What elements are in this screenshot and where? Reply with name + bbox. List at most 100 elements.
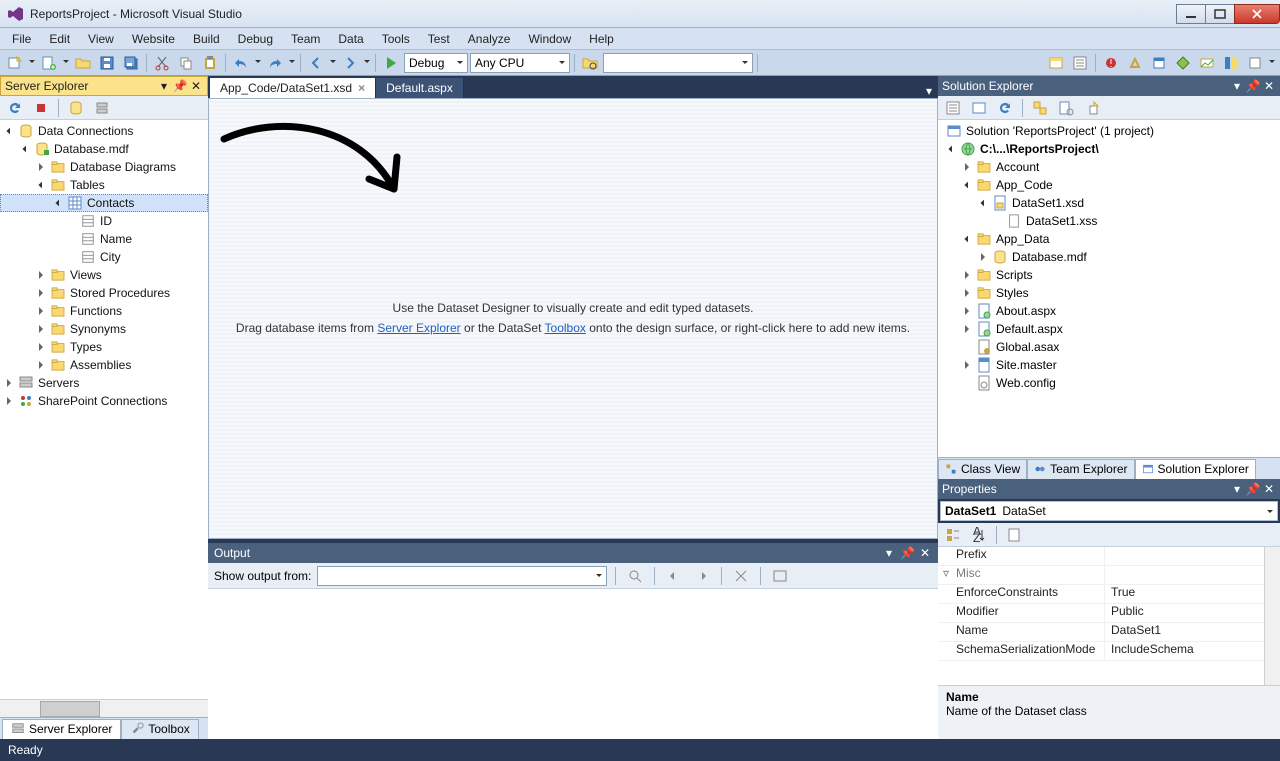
tb-icon-5[interactable] (1148, 52, 1170, 74)
output-wrap-button[interactable] (769, 565, 791, 587)
sol-solution[interactable]: Solution 'ReportsProject' (1 project) (938, 122, 1280, 140)
sol-project[interactable]: C:\...\ReportsProject\ (938, 140, 1280, 158)
prop-enforce[interactable]: EnforceConstraintsTrue (938, 585, 1264, 604)
new-project-drop[interactable] (28, 52, 36, 74)
sol-dataset-xsd[interactable]: DataSet1.xsd (938, 194, 1280, 212)
props-categorized-button[interactable] (942, 524, 964, 546)
undo-drop[interactable] (254, 52, 262, 74)
save-button[interactable] (96, 52, 118, 74)
minimize-button[interactable] (1176, 4, 1206, 24)
server-explorer-tree[interactable]: Data Connections Database.mdf Database D… (0, 120, 208, 699)
pin-icon[interactable]: 📌 (173, 79, 187, 93)
sol-showall-button[interactable] (968, 97, 990, 119)
open-file-button[interactable] (72, 52, 94, 74)
sol-webconfig[interactable]: Web.config (938, 374, 1280, 392)
tb-icon-7[interactable] (1196, 52, 1218, 74)
output-source-combo[interactable] (317, 566, 607, 586)
toolbar-overflow[interactable] (1268, 52, 1276, 74)
undo-button[interactable] (230, 52, 252, 74)
prop-prefix[interactable]: Prefix (938, 547, 1264, 566)
props-close-icon[interactable]: ✕ (1262, 482, 1276, 496)
tree-synonyms[interactable]: Synonyms (0, 320, 208, 338)
sol-appdata[interactable]: App_Data (938, 230, 1280, 248)
prop-modifier[interactable]: ModifierPublic (938, 604, 1264, 623)
sol-default-aspx[interactable]: Default.aspx (938, 320, 1280, 338)
menu-view[interactable]: View (80, 30, 122, 48)
tb-icon-3[interactable] (1100, 52, 1122, 74)
props-pin-icon[interactable]: 📌 (1246, 482, 1260, 496)
sol-site-master[interactable]: Site.master (938, 356, 1280, 374)
save-all-button[interactable] (120, 52, 142, 74)
tb-icon-2[interactable] (1069, 52, 1091, 74)
sol-nest-button[interactable] (1029, 97, 1051, 119)
nav-fwd-button[interactable] (339, 52, 361, 74)
menu-team[interactable]: Team (283, 30, 328, 48)
close-panel-icon[interactable]: ✕ (189, 79, 203, 93)
menu-window[interactable]: Window (520, 30, 579, 48)
menu-build[interactable]: Build (185, 30, 228, 48)
sol-database-mdf[interactable]: Database.mdf (938, 248, 1280, 266)
props-drop-icon[interactable]: ▾ (1230, 482, 1244, 496)
new-project-button[interactable] (4, 52, 26, 74)
dataset-designer-surface[interactable]: Use the Dataset Designer to visually cre… (208, 98, 938, 539)
prop-ssm[interactable]: SchemaSerializationModeIncludeSchema (938, 642, 1264, 661)
sol-about-aspx[interactable]: About.aspx (938, 302, 1280, 320)
connect-server-button[interactable] (91, 97, 113, 119)
sol-refresh-button[interactable] (994, 97, 1016, 119)
find-in-files-button[interactable] (579, 52, 601, 74)
menu-website[interactable]: Website (124, 30, 183, 48)
properties-grid[interactable]: Prefix ▿Misc EnforceConstraintsTrue Modi… (938, 547, 1264, 685)
tab-overflow-icon[interactable]: ▾ (920, 84, 938, 98)
sol-global-asax[interactable]: Global.asax (938, 338, 1280, 356)
nav-back-drop[interactable] (329, 52, 337, 74)
output-next-button[interactable] (691, 565, 713, 587)
tree-data-connections[interactable]: Data Connections (0, 122, 208, 140)
panel-dropdown-icon[interactable]: ▾ (157, 79, 171, 93)
output-pin-icon[interactable]: 📌 (900, 546, 914, 560)
tree-table-contacts[interactable]: Contacts (0, 194, 208, 212)
menu-edit[interactable]: Edit (41, 30, 78, 48)
tab-close-icon[interactable]: × (358, 81, 365, 95)
menu-debug[interactable]: Debug (230, 30, 281, 48)
cut-button[interactable] (151, 52, 173, 74)
tb-icon-6[interactable] (1172, 52, 1194, 74)
output-dropdown-icon[interactable]: ▾ (882, 546, 896, 560)
paste-button[interactable] (199, 52, 221, 74)
tb-icon-4[interactable] (1124, 52, 1146, 74)
properties-header[interactable]: Properties ▾ 📌 ✕ (938, 479, 1280, 499)
connect-db-button[interactable] (65, 97, 87, 119)
menu-file[interactable]: File (4, 30, 39, 48)
nav-back-button[interactable] (305, 52, 327, 74)
solution-tree[interactable]: Solution 'ReportsProject' (1 project) C:… (938, 120, 1280, 457)
tab-class-view[interactable]: Class View (938, 459, 1027, 479)
menu-test[interactable]: Test (420, 30, 458, 48)
tree-types[interactable]: Types (0, 338, 208, 356)
find-combo[interactable] (603, 53, 753, 73)
tree-assemblies[interactable]: Assemblies (0, 356, 208, 374)
menu-help[interactable]: Help (581, 30, 622, 48)
tree-column-name[interactable]: Name (0, 230, 208, 248)
tb-icon-8[interactable] (1220, 52, 1242, 74)
refresh-button[interactable] (4, 97, 26, 119)
output-header[interactable]: Output ▾ 📌 ✕ (208, 543, 938, 563)
tab-toolbox[interactable]: Toolbox (121, 719, 198, 739)
redo-drop[interactable] (288, 52, 296, 74)
tree-database[interactable]: Database.mdf (0, 140, 208, 158)
start-button[interactable] (380, 52, 402, 74)
sol-close-icon[interactable]: ✕ (1262, 79, 1276, 93)
output-clear-button[interactable] (730, 565, 752, 587)
tree-sharepoint[interactable]: SharePoint Connections (0, 392, 208, 410)
output-prev-button[interactable] (663, 565, 685, 587)
sol-scripts[interactable]: Scripts (938, 266, 1280, 284)
redo-button[interactable] (264, 52, 286, 74)
props-pages-button[interactable] (1003, 524, 1025, 546)
stop-refresh-button[interactable] (30, 97, 52, 119)
tb-icon-9[interactable] (1244, 52, 1266, 74)
sol-pin-icon[interactable]: 📌 (1246, 79, 1260, 93)
tab-default-aspx[interactable]: Default.aspx (376, 78, 464, 98)
sol-styles[interactable]: Styles (938, 284, 1280, 302)
sol-drop-icon[interactable]: ▾ (1230, 79, 1244, 93)
sol-copy-button[interactable] (1081, 97, 1103, 119)
tree-db-diagrams[interactable]: Database Diagrams (0, 158, 208, 176)
add-item-button[interactable] (38, 52, 60, 74)
